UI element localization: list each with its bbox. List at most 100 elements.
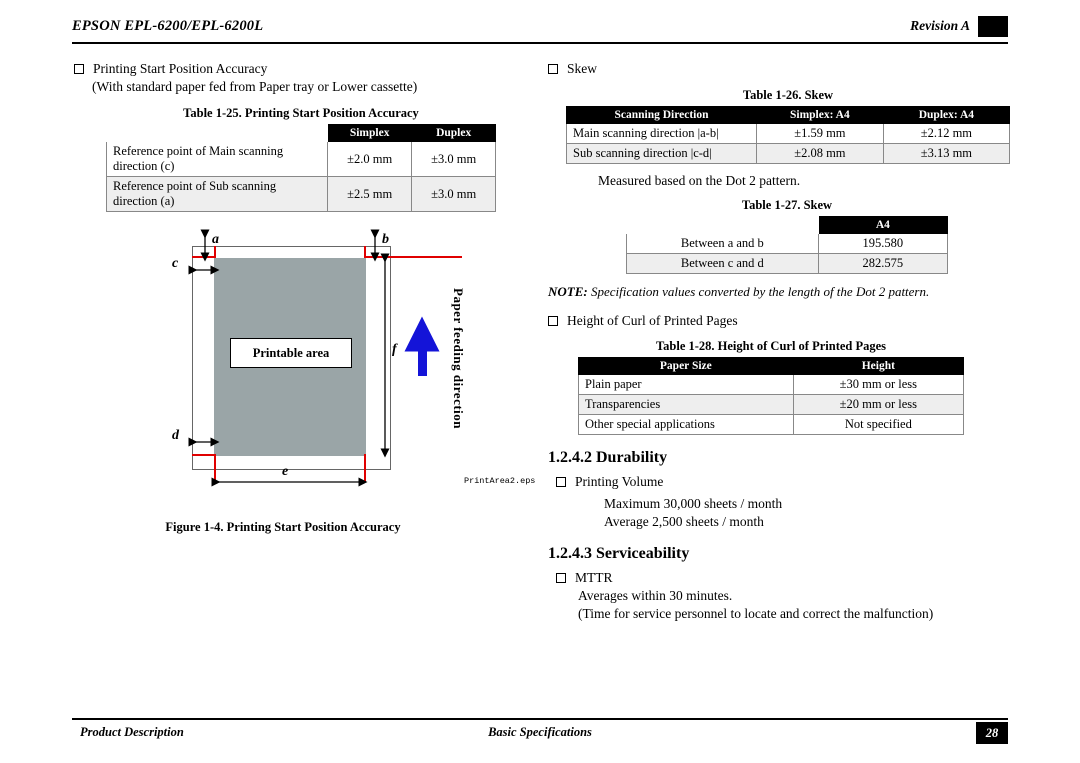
t26-h1: Simplex: A4: [755, 106, 884, 124]
square-bullet-icon: [548, 63, 558, 74]
note-text: Specification values converted by the le…: [590, 284, 930, 299]
t26-r0c0: Main scanning direction |a-b|: [566, 123, 757, 144]
t28-r2c1: Not specified: [792, 414, 965, 435]
table-row: Between c and d 282.575: [626, 253, 949, 274]
figure-label-b: b: [382, 232, 389, 247]
t27-r0c0: Between a and b: [626, 233, 819, 254]
t26-r1c0: Sub scanning direction |c-d|: [566, 143, 757, 164]
table-1-28-caption: Table 1-28. Height of Curl of Printed Pa…: [655, 339, 887, 353]
figure-source-filename: PrintArea2.eps: [464, 476, 536, 486]
page-footer: Product Description Basic Specifications…: [72, 718, 1008, 746]
figure-label-a: a: [212, 232, 219, 247]
t26-r0c1: ±1.59 mm: [755, 123, 884, 144]
t28-r2c0: Other special applications: [578, 414, 794, 435]
table-row-header: Simplex Duplex: [106, 124, 496, 142]
t27-h1: A4: [817, 216, 949, 234]
mttr-item: MTTR: [556, 569, 1008, 587]
page-header: EPSON EPL-6200/EPL-6200L Revision A: [72, 16, 1008, 44]
table-row-header: A4: [626, 216, 949, 234]
table-1-28: Paper Size Height Plain paper ±30 mm or …: [578, 357, 965, 435]
table-1-26-caption: Table 1-26. Skew: [742, 88, 834, 102]
t28-r0c1: ±30 mm or less: [792, 374, 965, 395]
t26-r1c2: ±3.13 mm: [882, 143, 1011, 164]
figure-label-f: f: [392, 342, 397, 357]
note-dot2-pattern: NOTE: Specification values converted by …: [548, 284, 1008, 300]
table-row: Other special applications Not specified: [578, 414, 965, 435]
footer-center-text: Basic Specifications: [488, 725, 592, 739]
printing-start-position-label: Printing Start Position Accuracy: [93, 61, 268, 76]
t25-r0c1: ±2.0 mm: [326, 141, 413, 177]
heading-durability: 1.2.4.2 Durability: [548, 449, 668, 466]
measured-note: Measured based on the Dot 2 pattern.: [598, 173, 801, 188]
table-row: Reference point of Main scanning directi…: [106, 141, 496, 177]
printing-volume-label: Printing Volume: [575, 474, 664, 489]
table-1-25-block: Table 1-25. Printing Start Position Accu…: [106, 106, 534, 212]
t28-h0: Paper Size: [578, 357, 794, 375]
document-page: EPSON EPL-6200/EPL-6200L Revision A Prin…: [0, 0, 1080, 763]
printing-start-position-subtext: (With standard paper fed from Paper tray…: [92, 79, 418, 94]
header-title: EPSON EPL-6200/EPL-6200L: [72, 18, 264, 34]
t25-r1c2: ±3.0 mm: [411, 176, 496, 212]
table-1-26-block: Table 1-26. Skew Scanning Direction Simp…: [566, 88, 1011, 164]
table-1-25-caption: Table 1-25. Printing Start Position Accu…: [183, 106, 419, 120]
table-1-25: Simplex Duplex Reference point of Main s…: [106, 124, 496, 212]
heading-serviceability: 1.2.4.3 Serviceability: [548, 545, 690, 562]
printing-volume-avg: Average 2,500 sheets / month: [604, 514, 764, 529]
t25-r0c2: ±3.0 mm: [411, 141, 496, 177]
note-prefix: NOTE:: [548, 284, 588, 299]
t27-h0: [626, 216, 819, 234]
t25-h0: [106, 124, 328, 142]
t27-r1c1: 282.575: [817, 253, 949, 274]
t25-r1c1: ±2.5 mm: [326, 176, 413, 212]
t26-h0: Scanning Direction: [566, 106, 757, 124]
t25-h2: Duplex: [411, 124, 496, 142]
figure-label-d: d: [172, 428, 179, 443]
printing-start-position-item: Printing Start Position Accuracy: [74, 60, 534, 78]
left-column: Printing Start Position Accuracy (With s…: [74, 60, 536, 535]
mttr-average: Averages within 30 minutes.: [578, 588, 733, 603]
figure-label-c: c: [172, 256, 179, 271]
t25-h1: Simplex: [326, 124, 413, 142]
mttr-label: MTTR: [575, 570, 613, 585]
square-bullet-icon: [548, 315, 558, 326]
table-row-header: Paper Size Height: [578, 357, 965, 375]
mttr-description: (Time for service personnel to locate an…: [578, 606, 934, 621]
table-row: Plain paper ±30 mm or less: [578, 374, 965, 395]
table-1-27-caption: Table 1-27. Skew: [741, 198, 833, 212]
figure-label-e: e: [282, 464, 289, 479]
table-row: Between a and b 195.580: [626, 233, 949, 254]
table-row: Transparencies ±20 mm or less: [578, 394, 965, 415]
footer-page-number: 28: [976, 722, 1008, 744]
printing-volume-max: Maximum 30,000 sheets / month: [604, 496, 783, 511]
table-row-header: Scanning Direction Simplex: A4 Duplex: A…: [566, 106, 1011, 124]
t28-h1: Height: [792, 357, 965, 375]
table-row: Main scanning direction |a-b| ±1.59 mm ±…: [566, 123, 1011, 144]
height-of-curl-label: Height of Curl of Printed Pages: [567, 313, 738, 328]
t26-r0c2: ±2.12 mm: [882, 123, 1011, 144]
square-bullet-icon: [74, 63, 84, 74]
right-column: Skew Table 1-26. Skew Scanning Direction…: [548, 60, 1011, 623]
table-row: Sub scanning direction |c-d| ±2.08 mm ±3…: [566, 143, 1011, 164]
table-row: Reference point of Sub scanning directio…: [106, 176, 496, 212]
figure-printing-start-position: Printable area a b c d e f Paper feeding…: [74, 226, 536, 516]
table-1-28-block: Table 1-28. Height of Curl of Printed Pa…: [578, 339, 1008, 435]
header-black-box: [978, 16, 1008, 37]
printing-volume-item: Printing Volume: [556, 473, 1008, 491]
header-revision: Revision A: [910, 18, 970, 33]
square-bullet-icon: [556, 572, 566, 583]
height-of-curl-item: Height of Curl of Printed Pages: [548, 312, 1008, 330]
t26-r1c1: ±2.08 mm: [755, 143, 884, 164]
table-1-26: Scanning Direction Simplex: A4 Duplex: A…: [566, 106, 1011, 164]
t25-r0c0: Reference point of Main scanning directi…: [106, 141, 328, 177]
t26-h2: Duplex: A4: [882, 106, 1011, 124]
t27-r0c1: 195.580: [817, 233, 949, 254]
t25-r1c0: Reference point of Sub scanning directio…: [106, 176, 328, 212]
skew-label: Skew: [567, 61, 597, 76]
square-bullet-icon: [556, 476, 566, 487]
table-1-27-block: Table 1-27. Skew A4 Between a and b 195.…: [626, 198, 1008, 274]
paper-feeding-direction-label: Paper feeding direction: [451, 288, 466, 430]
t28-r0c0: Plain paper: [578, 374, 794, 395]
t28-r1c0: Transparencies: [578, 394, 794, 415]
t28-r1c1: ±20 mm or less: [792, 394, 965, 415]
figure-1-4-caption: Figure 1-4. Printing Start Position Accu…: [165, 520, 401, 534]
